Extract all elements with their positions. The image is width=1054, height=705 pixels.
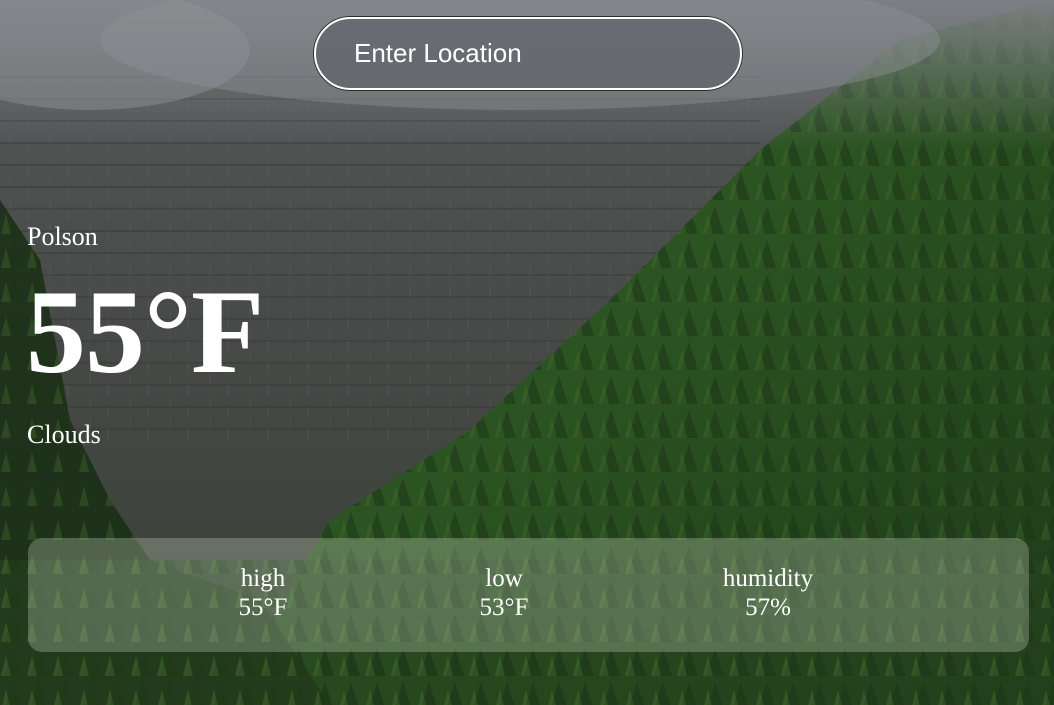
stat-humidity-label: humidity [722, 565, 814, 592]
stat-humidity: humidity 57% [688, 564, 848, 622]
location-search-input[interactable] [314, 17, 742, 90]
weather-condition: Clouds [27, 420, 101, 449]
stat-high-value: 55°F [238, 594, 288, 621]
search-container [314, 17, 742, 90]
weather-stats-panel: high 55°F low 53°F humidity 57% [28, 538, 1029, 652]
stat-high: high 55°F [183, 564, 343, 622]
stat-humidity-value: 57% [745, 594, 791, 621]
stat-low: low 53°F [424, 564, 584, 622]
city-name: Polson [27, 222, 98, 251]
stat-high-label: high [240, 565, 286, 592]
stat-low-value: 53°F [479, 594, 529, 621]
stat-low-label: low [485, 565, 523, 592]
current-temperature: 55°F [26, 265, 264, 398]
